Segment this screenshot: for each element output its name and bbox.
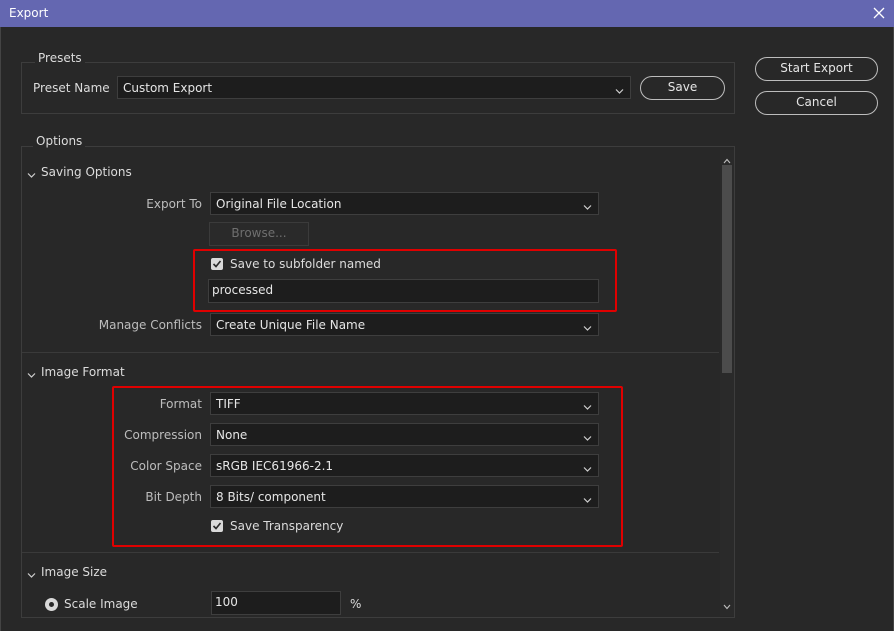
options-scrollbar[interactable] [720, 150, 734, 616]
scale-image-radio[interactable] [45, 598, 58, 611]
chevron-down-icon [615, 84, 624, 94]
saving-options-title: Saving Options [41, 165, 132, 179]
preset-name-dropdown[interactable]: Custom Export [117, 76, 631, 99]
manage-conflicts-label: Manage Conflicts [98, 318, 202, 332]
chevron-down-icon [583, 200, 592, 210]
scale-value-input[interactable]: 100 [211, 591, 341, 615]
export-to-value: Original File Location [216, 197, 342, 211]
manage-conflicts-value: Create Unique File Name [216, 318, 366, 332]
close-icon[interactable] [870, 4, 888, 22]
options-group [21, 146, 735, 618]
chevron-down-icon [27, 368, 36, 382]
export-to-dropdown[interactable]: Original File Location [210, 192, 599, 215]
start-export-button[interactable]: Start Export [755, 57, 878, 81]
scroll-down-icon[interactable] [723, 599, 731, 613]
image-size-title: Image Size [41, 565, 108, 579]
presets-legend: Presets [35, 51, 85, 65]
saving-options-header[interactable]: Saving Options [27, 165, 227, 181]
section-divider [22, 352, 719, 353]
scrollbar-thumb[interactable] [722, 165, 732, 373]
browse-button[interactable]: Browse... [209, 222, 309, 246]
chevron-down-icon [583, 321, 592, 331]
preset-name-label: Preset Name [33, 81, 110, 95]
save-preset-button[interactable]: Save [640, 76, 725, 100]
export-to-label: Export To [146, 197, 202, 211]
image-format-title: Image Format [41, 365, 125, 379]
manage-conflicts-dropdown[interactable]: Create Unique File Name [210, 313, 599, 336]
scale-unit-label: % [350, 597, 362, 611]
subfolder-highlight-box [193, 249, 617, 312]
scale-image-label: Scale Image [64, 597, 138, 611]
image-size-header[interactable]: Image Size [27, 565, 227, 581]
chevron-down-icon [27, 168, 36, 182]
cancel-button[interactable]: Cancel [755, 91, 878, 115]
image-format-highlight-box [112, 386, 623, 547]
chevron-down-icon [27, 568, 36, 582]
options-legend: Options [33, 134, 86, 148]
section-divider [22, 552, 719, 553]
title-bar: Export [0, 0, 894, 27]
radio-dot-icon [49, 602, 54, 607]
image-format-header[interactable]: Image Format [27, 365, 227, 381]
window-title: Export [9, 6, 49, 20]
preset-name-value: Custom Export [123, 81, 213, 95]
